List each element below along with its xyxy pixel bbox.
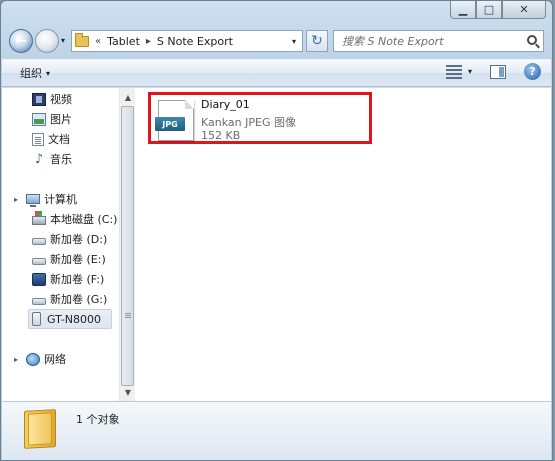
tablet-device-icon <box>32 312 41 326</box>
sidebar-item-documents[interactable]: 文档 <box>32 129 70 149</box>
scrollbar-thumb[interactable] <box>121 106 134 386</box>
sidebar-item-label: 视频 <box>50 93 72 106</box>
toolbar-right-group: ▾ ? <box>445 63 541 80</box>
sidebar-item-label: 本地磁盘 (C:) <box>50 213 118 226</box>
explorer-window: ▁ □ ✕ ← → ▾ « Tablet ▸ S Note Export ▾ ↻… <box>0 0 553 461</box>
maximize-button[interactable]: □ <box>476 1 502 19</box>
help-icon[interactable]: ? <box>524 63 541 80</box>
sidebar-item-gt-n8000[interactable]: GT-N8000 <box>28 309 113 329</box>
breadcrumb-s-note-export[interactable]: S Note Export <box>157 35 233 48</box>
jpg-badge: JPG <box>155 117 185 131</box>
sidebar-item-label: 音乐 <box>50 153 72 166</box>
jpeg-file-icon: JPG <box>155 100 194 141</box>
file-size: 152 KB <box>201 129 241 142</box>
sidebar-item-label: 新加卷 (D:) <box>50 233 108 246</box>
sidebar-item-label: 计算机 <box>44 193 77 206</box>
hard-drive-icon <box>32 297 46 305</box>
folder-icon <box>75 32 89 47</box>
refresh-button[interactable]: ↻ <box>306 30 328 52</box>
details-pane: 1 个对象 <box>2 401 551 460</box>
sidebar-item-drive-c[interactable]: 本地磁盘 (C:) <box>32 209 117 229</box>
scrollbar-grip <box>125 313 131 314</box>
sidebar-item-drive-e[interactable]: 新加卷 (E:) <box>32 249 106 269</box>
sidebar-item-label: 网络 <box>44 353 66 366</box>
organize-button[interactable]: 组织 ▾ <box>20 65 50 81</box>
item-count: 1 个对象 <box>76 413 120 426</box>
search-placeholder: 搜索 S Note Export <box>342 35 444 48</box>
sidebar-item-label: 新加卷 (E:) <box>50 253 106 266</box>
caption-buttons: ▁ □ ✕ <box>450 1 546 20</box>
windows-drive-icon <box>32 211 46 225</box>
content-area: 视频 图片 文档 ♪ 音乐 ▸ 计算机 本地磁盘 (C:) 新加卷 (D:) 新… <box>2 87 551 401</box>
forward-arrow-icon: → <box>41 33 53 49</box>
picture-icon <box>32 112 46 126</box>
command-toolbar: 组织 ▾ ▾ ? <box>2 59 551 87</box>
refresh-icon: ↻ <box>311 33 323 49</box>
navigation-bar: ← → ▾ « Tablet ▸ S Note Export ▾ ↻ 搜索 S … <box>7 28 544 54</box>
sidebar-item-network[interactable]: ▸ 网络 <box>14 349 66 369</box>
back-arrow-icon: ← <box>15 33 27 49</box>
sidebar-item-label: 新加卷 (G:) <box>50 293 108 306</box>
document-icon <box>32 132 44 146</box>
file-type: Kankan JPEG 图像 <box>201 116 296 129</box>
preview-pane-icon[interactable] <box>490 64 506 79</box>
change-view-icon[interactable] <box>445 64 462 79</box>
scroll-up-icon[interactable]: ▲ <box>120 90 136 104</box>
forward-button[interactable]: → <box>35 29 59 53</box>
hard-drive-icon <box>32 237 46 245</box>
address-dropdown-button[interactable]: ▾ <box>286 31 302 51</box>
chevron-down-icon: ▾ <box>46 68 51 78</box>
search-input[interactable]: 搜索 S Note Export <box>333 30 544 52</box>
folder-icon <box>24 409 56 449</box>
sidebar-item-label: 新加卷 (F:) <box>50 273 105 286</box>
sidebar-item-computer[interactable]: ▸ 计算机 <box>14 189 77 209</box>
sidebar-item-label: 图片 <box>50 113 72 126</box>
view-options-chevron-icon[interactable]: ▾ <box>468 67 472 76</box>
sidebar-item-drive-d[interactable]: 新加卷 (D:) <box>32 229 107 249</box>
back-button[interactable]: ← <box>9 29 33 53</box>
expand-chevron-icon[interactable]: ▸ <box>14 355 22 364</box>
sidebar-item-label: GT-N8000 <box>47 312 102 326</box>
sidebar-item-videos[interactable]: 视频 <box>32 89 72 109</box>
network-icon <box>26 352 40 366</box>
app-drive-icon <box>32 272 46 286</box>
expand-chevron-icon[interactable]: ▸ <box>14 195 22 204</box>
file-name: Diary_01 <box>201 98 250 111</box>
address-bar[interactable]: « Tablet ▸ S Note Export ▾ <box>71 30 303 52</box>
scroll-down-icon[interactable]: ▼ <box>120 385 136 399</box>
sidebar-item-pictures[interactable]: 图片 <box>32 109 72 129</box>
sidebar-item-drive-f[interactable]: 新加卷 (F:) <box>32 269 104 289</box>
breadcrumb-overflow[interactable]: « <box>95 36 101 47</box>
sidebar-item-music[interactable]: ♪ 音乐 <box>32 149 72 169</box>
sidebar-item-label: 文档 <box>48 133 70 146</box>
recent-pages-button[interactable]: ▾ <box>61 36 65 45</box>
file-item-diary[interactable]: JPG Diary_01 Kankan JPEG 图像 152 KB <box>148 92 372 144</box>
minimize-button[interactable]: ▁ <box>450 1 476 19</box>
sidebar-item-drive-g[interactable]: 新加卷 (G:) <box>32 289 107 309</box>
music-icon: ♪ <box>34 151 44 167</box>
close-button[interactable]: ✕ <box>502 1 546 19</box>
computer-icon <box>26 194 40 207</box>
breadcrumb-separator-icon[interactable]: ▸ <box>146 36 151 47</box>
search-icon[interactable] <box>527 35 537 45</box>
video-icon <box>32 92 46 106</box>
organize-label: 组织 <box>20 67 42 80</box>
navigation-scrollbar[interactable]: ▲ ▼ <box>119 88 135 401</box>
navigation-pane: 视频 图片 文档 ♪ 音乐 ▸ 计算机 本地磁盘 (C:) 新加卷 (D:) 新… <box>2 88 119 401</box>
hard-drive-icon <box>32 257 46 265</box>
breadcrumb-tablet[interactable]: Tablet <box>107 35 140 48</box>
